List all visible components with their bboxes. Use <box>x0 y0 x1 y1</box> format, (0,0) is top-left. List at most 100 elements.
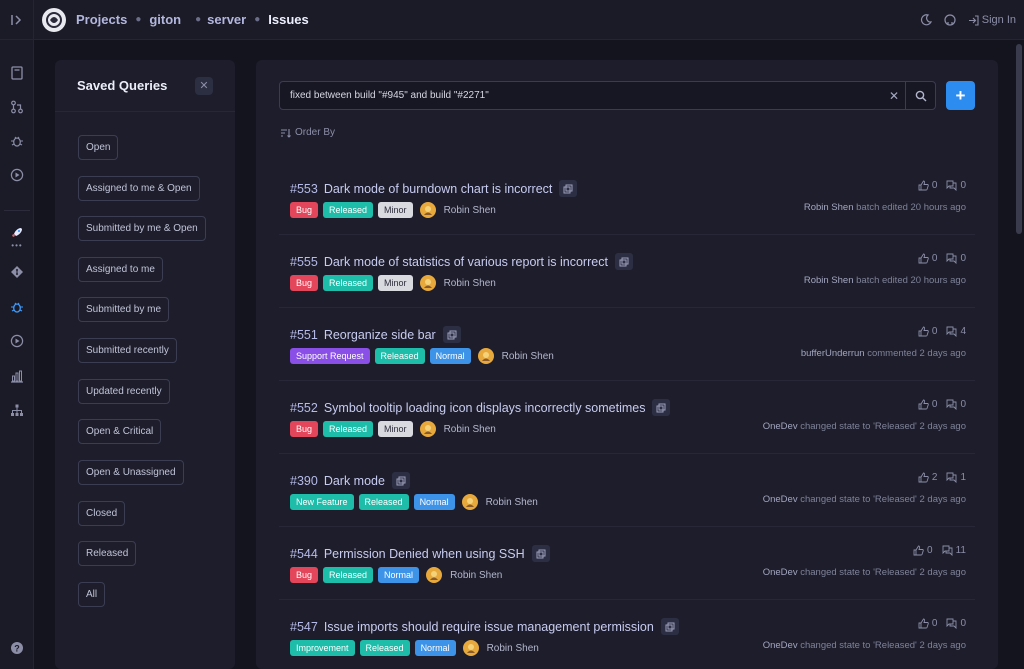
copy-button[interactable] <box>652 399 671 416</box>
votes-count[interactable]: 0 <box>918 326 937 337</box>
issue-number[interactable]: #555 <box>290 255 318 269</box>
issue-row[interactable]: #551 Reorganize side bar Support Request… <box>279 308 975 381</box>
issue-title[interactable]: Dark mode of statistics of various repor… <box>324 255 608 269</box>
issue-label-badge[interactable]: Released <box>323 275 374 291</box>
nav-pull-request-icon[interactable] <box>7 97 27 117</box>
issue-row[interactable]: #555 Dark mode of statistics of various … <box>279 235 975 308</box>
breadcrumb-issues[interactable]: Issues <box>268 12 308 27</box>
github-icon[interactable] <box>944 14 956 26</box>
comments-count[interactable]: 11 <box>942 545 966 556</box>
nav-code-icon[interactable] <box>7 63 27 83</box>
issue-title[interactable]: Permission Denied when using SSH <box>324 547 525 561</box>
issue-row[interactable]: #390 Dark mode New Feature Released Normal… <box>279 454 975 527</box>
clear-query-button[interactable]: ✕ <box>883 89 905 103</box>
activity-actor[interactable]: OneDev <box>763 494 798 505</box>
nav-bug-icon[interactable] <box>7 131 27 151</box>
assignee-avatar[interactable] <box>419 202 436 218</box>
saved-query-assigned-to-me[interactable]: Assigned to me <box>78 257 163 282</box>
activity-actor[interactable]: OneDev <box>763 567 798 578</box>
assignee-avatar[interactable] <box>461 494 478 510</box>
assignee-avatar[interactable] <box>462 640 479 656</box>
issue-number[interactable]: #553 <box>290 182 318 196</box>
assignee-avatar[interactable] <box>419 275 436 291</box>
issue-label-badge[interactable]: Normal <box>378 567 420 583</box>
issue-number[interactable]: #544 <box>290 547 318 561</box>
issue-title[interactable]: Reorganize side bar <box>324 328 436 342</box>
issue-label-badge[interactable]: Bug <box>290 421 319 437</box>
breadcrumb-giton[interactable]: giton <box>149 12 181 27</box>
issue-number[interactable]: #547 <box>290 620 318 634</box>
issue-row[interactable]: #544 Permission Denied when using SSH Bu… <box>279 527 975 600</box>
issue-label-badge[interactable]: New Feature <box>290 494 354 510</box>
votes-count[interactable]: 2 <box>918 472 937 483</box>
issue-title-link[interactable]: #551 Reorganize side bar <box>290 326 461 343</box>
issue-number[interactable]: #552 <box>290 401 318 415</box>
comments-count[interactable]: 0 <box>946 180 966 191</box>
comments-count[interactable]: 0 <box>946 399 966 410</box>
saved-query-updated-recently[interactable]: Updated recently <box>78 379 170 404</box>
saved-query-open[interactable]: Open <box>78 135 119 160</box>
issue-label-badge[interactable]: Released <box>374 348 425 364</box>
nav-issues-bug-icon[interactable] <box>7 297 27 317</box>
issue-label-badge[interactable]: Released <box>359 640 410 656</box>
help-icon[interactable]: ? <box>7 638 27 658</box>
nav-builds-play-icon[interactable] <box>7 331 27 351</box>
issue-label-badge[interactable]: Normal <box>414 640 456 656</box>
nav-git-icon[interactable] <box>7 262 27 282</box>
comments-count[interactable]: 0 <box>946 618 966 629</box>
saved-query-open-critical[interactable]: Open & Critical <box>78 419 162 444</box>
sidebar-toggle-button[interactable] <box>0 0 34 40</box>
activity-actor[interactable]: bufferUnderrun <box>801 348 865 359</box>
new-issue-button[interactable]: + <box>946 81 975 110</box>
search-button[interactable] <box>905 82 935 109</box>
assignee-avatar[interactable] <box>426 567 443 583</box>
issue-title-link[interactable]: #555 Dark mode of statistics of various … <box>290 253 633 270</box>
issue-label-badge[interactable]: Bug <box>290 275 319 291</box>
issue-row[interactable]: #553 Dark mode of burndown chart is inco… <box>279 162 975 235</box>
votes-count[interactable]: 0 <box>913 545 933 556</box>
more-dots-icon[interactable]: ••• <box>7 239 27 251</box>
issue-number[interactable]: #390 <box>290 474 318 488</box>
issue-label-badge[interactable]: Released <box>323 567 374 583</box>
copy-button[interactable] <box>559 180 578 197</box>
activity-actor[interactable]: OneDev <box>763 640 798 651</box>
issue-title-link[interactable]: #544 Permission Denied when using SSH <box>290 545 550 562</box>
issue-title-link[interactable]: #553 Dark mode of burndown chart is inco… <box>290 180 578 197</box>
issue-title[interactable]: Issue imports should require issue manag… <box>324 620 654 634</box>
saved-query-assigned-to-me-open[interactable]: Assigned to me & Open <box>78 176 200 201</box>
saved-query-submitted-recently[interactable]: Submitted recently <box>78 338 177 363</box>
issue-number[interactable]: #551 <box>290 328 318 342</box>
sign-in-button[interactable]: Sign In <box>968 14 1016 26</box>
issue-label-badge[interactable]: Support Request <box>290 348 370 364</box>
issue-title-link[interactable]: #390 Dark mode <box>290 472 410 489</box>
issue-label-badge[interactable]: Bug <box>290 202 319 218</box>
activity-actor[interactable]: Robin Shen <box>804 202 854 213</box>
issue-label-badge[interactable]: Improvement <box>290 640 355 656</box>
copy-button[interactable] <box>531 545 550 562</box>
assignee-name[interactable]: Robin Shen <box>444 205 496 216</box>
copy-button[interactable] <box>660 618 679 635</box>
issue-label-badge[interactable]: Normal <box>413 494 455 510</box>
votes-count[interactable]: 0 <box>918 253 937 264</box>
breadcrumb-server[interactable]: server <box>207 12 246 27</box>
nav-build-play-icon[interactable] <box>7 165 27 185</box>
nav-hierarchy-icon[interactable] <box>7 400 27 420</box>
issue-row[interactable]: #552 Symbol tooltip loading icon display… <box>279 381 975 454</box>
assignee-avatar[interactable] <box>477 348 494 364</box>
votes-count[interactable]: 0 <box>918 399 937 410</box>
issue-label-badge[interactable]: Released <box>358 494 409 510</box>
assignee-name[interactable]: Robin Shen <box>502 351 554 362</box>
activity-actor[interactable]: OneDev <box>763 421 798 432</box>
order-by-button[interactable]: Order By <box>280 127 335 138</box>
onedev-logo[interactable] <box>42 7 66 32</box>
saved-query-open-unassigned[interactable]: Open & Unassigned <box>78 460 184 485</box>
comments-count[interactable]: 0 <box>946 253 966 264</box>
assignee-name[interactable]: Robin Shen <box>444 424 496 435</box>
saved-query-all[interactable]: All <box>78 582 106 607</box>
assignee-avatar[interactable] <box>419 421 436 437</box>
nav-statistics-icon[interactable] <box>7 366 27 386</box>
saved-query-submitted-by-me[interactable]: Submitted by me <box>78 297 170 322</box>
issue-title[interactable]: Symbol tooltip loading icon displays inc… <box>324 401 646 415</box>
votes-count[interactable]: 0 <box>918 618 937 629</box>
issue-query-input[interactable]: fixed between build "#945" and build "#2… <box>280 90 883 101</box>
